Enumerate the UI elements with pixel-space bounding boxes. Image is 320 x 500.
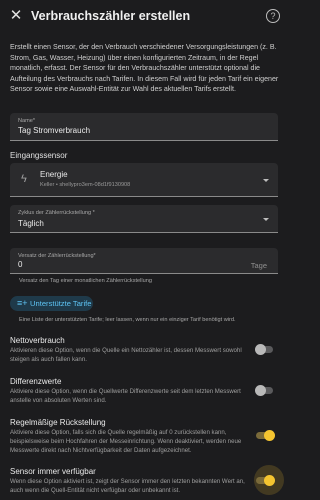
cycle-select-value: Täglich xyxy=(18,219,44,228)
sensor-always-available-toggle[interactable] xyxy=(256,474,275,486)
lightning-bolt-icon: ϟ xyxy=(21,173,27,185)
name-field-label: Name* xyxy=(18,118,36,124)
option-title: Sensor immer verfügbar xyxy=(10,467,96,476)
cycle-select-label: Zyklus der Zählerrückstellung * xyxy=(18,210,95,216)
intro-text: Erstellt einen Sensor, der den Verbrauch… xyxy=(10,43,279,94)
option-description: Aktiviere diese Option, wenn die Quellwe… xyxy=(10,388,241,404)
add-tariff-button[interactable]: ≡+ Unterstützte Tarife xyxy=(10,296,93,311)
offset-field[interactable]: Versatz der Zählerrückstellung* 0 Tage xyxy=(10,248,278,274)
offset-helper-text: Versatz den Tag einer monatlichen Zähler… xyxy=(19,278,152,284)
name-field[interactable]: Name* Tag Stromverbrauch xyxy=(10,113,278,141)
option-title: Differenzwerte xyxy=(10,377,62,386)
toggle-knob xyxy=(255,343,266,355)
input-sensor-entity: Keller • shellypro3em-08d1f9130908 xyxy=(40,182,131,188)
toggle-knob xyxy=(264,474,275,486)
add-tariff-label: Unterstützte Tarife xyxy=(30,299,92,308)
tariffs-helper-text: Eine Liste der unterstützten Tarife; lee… xyxy=(19,317,236,323)
option-title: Nettoverbrauch xyxy=(10,336,65,345)
chevron-down-icon[interactable] xyxy=(263,179,269,182)
toggle-knob xyxy=(264,429,275,441)
dialog-header: ✕ Verbrauchszähler erstellen ? xyxy=(0,0,289,33)
option-description: Aktivieren diese Option, wenn die Quelle… xyxy=(10,347,242,363)
add-list-icon: ≡+ xyxy=(17,298,28,308)
toggle-knob xyxy=(255,384,266,396)
input-sensor-label: Eingangssensor xyxy=(10,151,68,160)
offset-field-label: Versatz der Zählerrückstellung* xyxy=(18,253,96,259)
close-icon[interactable]: ✕ xyxy=(9,8,23,23)
name-field-value[interactable]: Tag Stromverbrauch xyxy=(18,126,90,135)
option-description: Wenn diese Option aktiviert ist, zeigt d… xyxy=(10,478,245,494)
net-consumption-toggle[interactable] xyxy=(255,343,273,355)
option-title: Regelmäßige Rückstellung xyxy=(10,418,106,427)
input-sensor-name: Energie xyxy=(40,170,68,179)
offset-field-value[interactable]: 0 xyxy=(18,260,22,269)
periodic-reset-toggle[interactable] xyxy=(256,429,275,441)
help-icon[interactable]: ? xyxy=(266,9,280,23)
option-description: Aktiviere diese Option, falls sich die Q… xyxy=(10,429,242,454)
delta-values-toggle[interactable] xyxy=(255,384,273,396)
cycle-select[interactable]: Zyklus der Zählerrückstellung * Täglich xyxy=(10,205,278,233)
offset-unit: Tage xyxy=(250,261,267,270)
dialog-title: Verbrauchszähler erstellen xyxy=(31,9,191,23)
chevron-down-icon[interactable] xyxy=(263,218,269,221)
input-sensor-picker[interactable]: ϟ Energie Keller • shellypro3em-08d1f913… xyxy=(10,163,278,197)
